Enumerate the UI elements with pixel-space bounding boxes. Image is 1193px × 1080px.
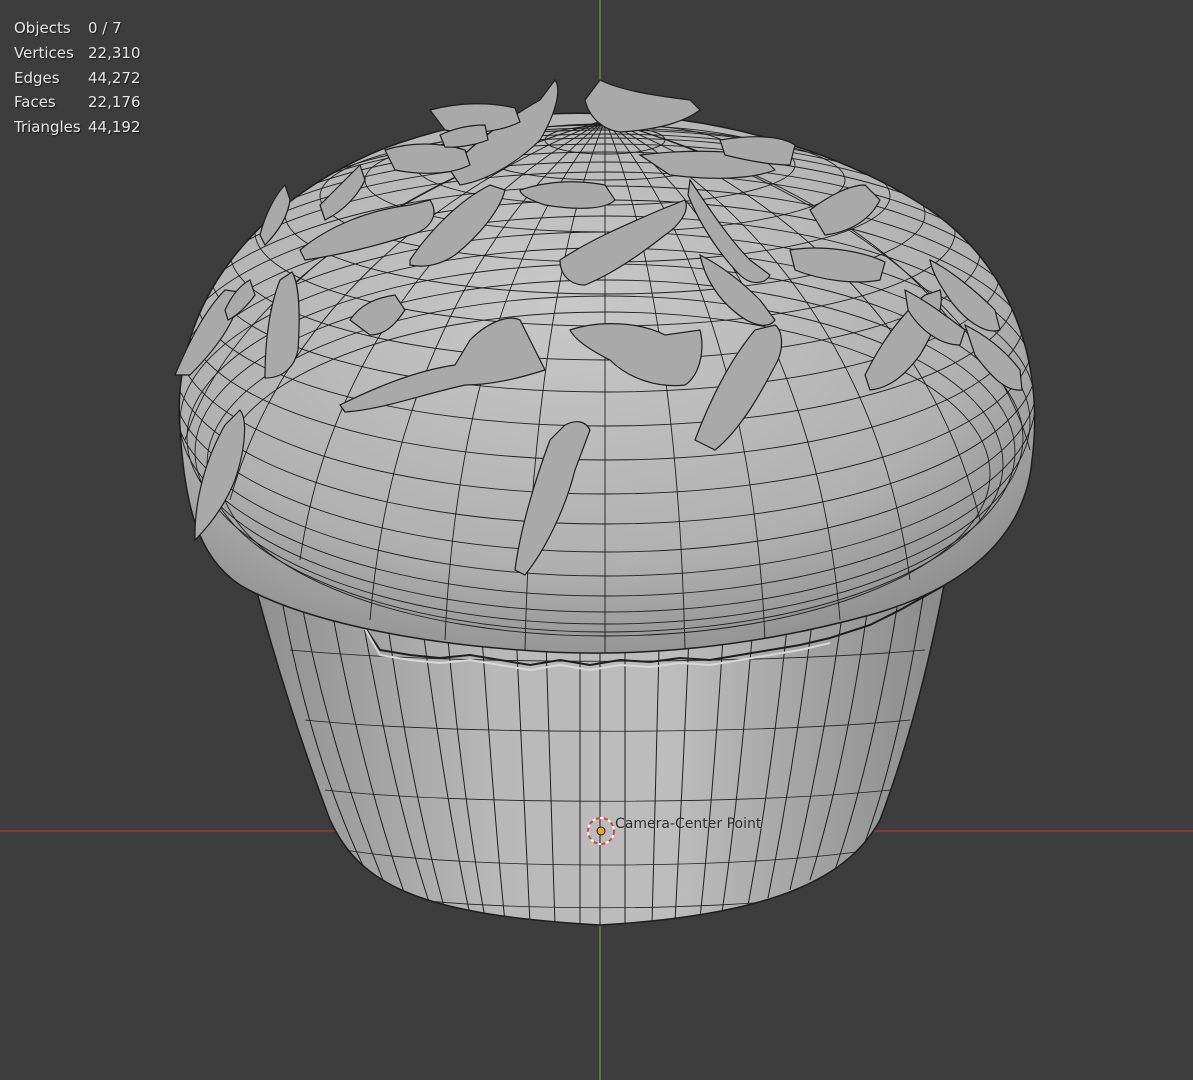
stat-label: Vertices — [14, 43, 74, 62]
stat-value: 44,272 — [88, 68, 141, 87]
stat-row-objects: Objects 0 / 7 — [14, 16, 141, 41]
3d-viewport[interactable]: Objects 0 / 7 Vertices 22,310 Edges 44,2… — [0, 0, 1193, 1080]
stat-row-triangles: Triangles 44,192 — [14, 115, 141, 140]
stat-row-faces: Faces 22,176 — [14, 90, 141, 115]
stat-value: 44,192 — [88, 118, 141, 137]
stat-label: Faces — [14, 93, 56, 112]
viewport-scene[interactable] — [0, 0, 1193, 1080]
stat-label: Edges — [14, 68, 60, 87]
stat-label: Objects — [14, 19, 71, 37]
stat-value: 0 / 7 — [88, 19, 122, 37]
stat-value: 22,176 — [88, 93, 141, 112]
stat-label: Triangles — [14, 118, 81, 137]
stat-row-vertices: Vertices 22,310 — [14, 41, 141, 66]
camera-center-label: Camera-Center Point — [615, 816, 762, 832]
stat-value: 22,310 — [88, 43, 141, 62]
stat-row-edges: Edges 44,272 — [14, 66, 141, 91]
scene-statistics-overlay: Objects 0 / 7 Vertices 22,310 Edges 44,2… — [14, 16, 141, 140]
